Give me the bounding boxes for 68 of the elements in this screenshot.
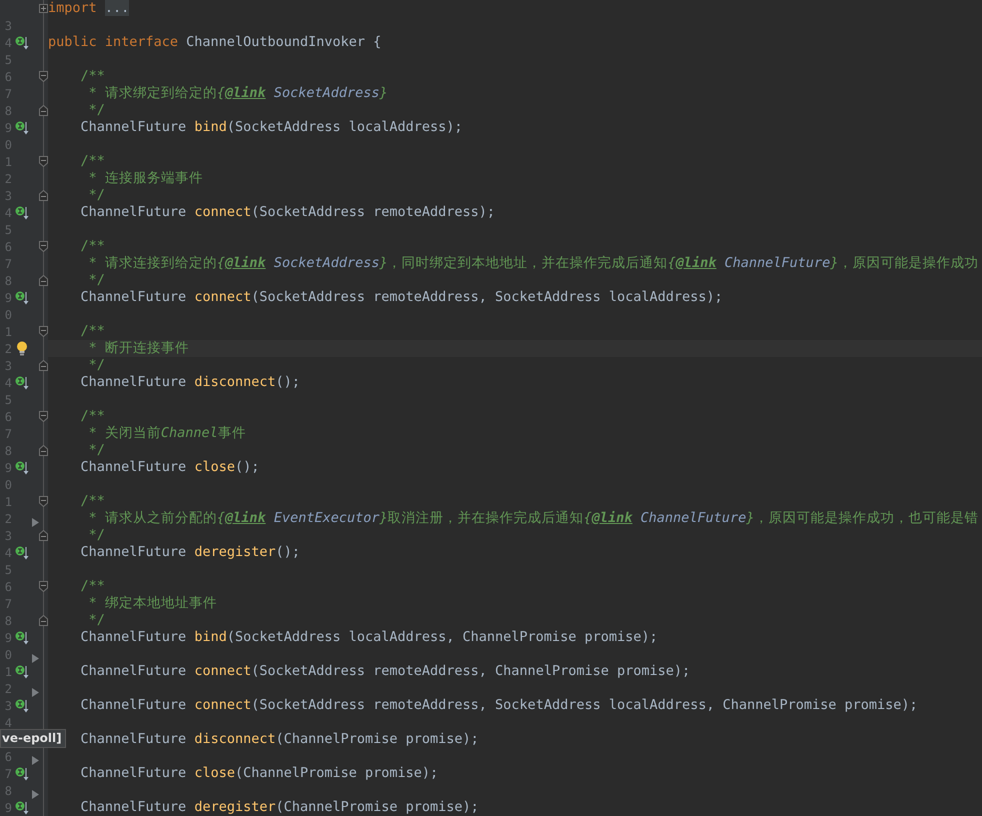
code-line: */ [88,272,105,289]
fold-icon[interactable] [39,581,48,592]
triangle-icon[interactable] [32,790,39,799]
implemented-icon[interactable] [15,460,29,474]
implemented-icon[interactable] [15,546,29,560]
code-line: * 连接服务端事件 [88,170,203,187]
code-line: ChannelFuture bind(SocketAddress localAddress, ChannelPromise promise); [80,629,658,646]
code-line: * 绑定本地地址事件 [88,595,217,612]
code-line: * 断开连接事件 [88,340,189,357]
code-line: */ [88,102,105,119]
code-line: /** [80,578,105,595]
code-line: */ [88,612,105,629]
fold-icon[interactable] [39,496,48,507]
implemented-icon[interactable] [15,630,29,644]
implemented-icon[interactable] [15,290,29,304]
triangle-icon[interactable] [32,688,39,697]
code-line: /** [80,323,105,340]
fold-icon[interactable] [39,275,48,286]
fold-icon[interactable] [39,71,48,82]
implemented-icon[interactable] [15,36,29,50]
fold-icon[interactable] [39,615,48,626]
fold-icon[interactable] [39,241,48,252]
implemented-icon[interactable] [15,206,29,220]
implemented-icon[interactable] [15,800,29,814]
code-line: * 请求从之前分配的{@link EventExecutor}取消注册，并在操作完成后通知{@link ChannelFuture}，原因可能是操作成功，也可能是错 [88,510,978,527]
code-line: ChannelFuture disconnect(); [80,374,300,391]
code-line: import ... [48,0,130,17]
triangle-icon[interactable] [32,654,39,663]
expand-icon[interactable] [39,4,48,13]
code-line: /** [80,408,105,425]
code-line: ChannelFuture close(); [80,459,260,476]
code-line: */ [88,357,105,374]
fold-icon[interactable] [39,411,48,422]
fold-icon[interactable] [39,445,48,456]
code-line: /** [80,238,105,255]
tooltip: ve-epoll] [0,729,66,748]
implemented-icon[interactable] [15,376,29,390]
code-line: /** [80,68,105,85]
code-line: */ [88,442,105,459]
implemented-icon[interactable] [15,664,29,678]
implemented-icon[interactable] [15,766,29,780]
code-line: * 关闭当前Channel事件 [88,425,246,442]
triangle-icon[interactable] [32,756,39,765]
code-line: ChannelFuture connect(SocketAddress remoteAddress, SocketAddress localAddress, ChannelPromise promise); [80,697,918,714]
code-line: /** [80,153,105,170]
fold-icon[interactable] [39,530,48,541]
code-line: */ [88,187,105,204]
code-line: ChannelFuture close(ChannelPromise promise); [80,765,438,782]
code-line: ChannelFuture bind(SocketAddress localAddress); [80,119,463,136]
code-line: */ [88,527,105,544]
triangle-icon[interactable] [32,518,39,527]
code-line: /** [80,493,105,510]
fold-icon[interactable] [39,360,48,371]
implemented-icon[interactable] [15,120,29,134]
code-line: ChannelFuture connect(SocketAddress remoteAddress, SocketAddress localAddress); [80,289,723,306]
fold-icon[interactable] [39,156,48,167]
fold-icon[interactable] [39,190,48,201]
code-line: ChannelFuture connect(SocketAddress remoteAddress); [80,204,496,221]
code-line: ChannelFuture deregister(ChannelPromise promise); [80,799,479,816]
implemented-icon[interactable] [15,698,29,712]
code-line: public interface ChannelOutboundInvoker { [48,34,382,51]
fold-icon[interactable] [39,326,48,337]
lightbulb-icon[interactable] [16,341,28,356]
code-line: * 请求连接到给定的{@link SocketAddress}，同时绑定到本地地址，并在操作完成后通知{@link ChannelFuture}，原因可能是操作成功 [88,255,978,272]
code-line: ChannelFuture deregister(); [80,544,300,561]
code-line: * 请求绑定到给定的{@link SocketAddress} [88,85,388,102]
fold-icon[interactable] [39,105,48,116]
code-line: ChannelFuture connect(SocketAddress remoteAddress, ChannelPromise promise); [80,663,690,680]
